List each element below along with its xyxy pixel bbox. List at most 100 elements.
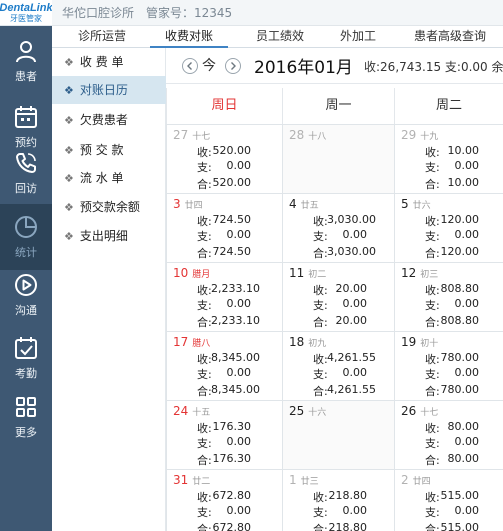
lunar-date: 初二 xyxy=(308,270,327,280)
total-amount-label: 合: xyxy=(313,247,328,260)
submenu-item-arrears-patients[interactable]: ❖ 欠费患者 xyxy=(52,106,166,134)
rail-item-more[interactable]: 更多 xyxy=(0,384,52,450)
chevron-left-icon xyxy=(187,62,192,70)
calendar-day-cell[interactable]: 25 十六 xyxy=(282,401,394,469)
expense-amount-label: 支: xyxy=(425,299,440,312)
expense-amount-label: 支: xyxy=(197,437,212,450)
income-amount-label: 收: xyxy=(425,215,440,228)
total-amount-label: 合: xyxy=(313,523,328,531)
income-amount: 2,233.10 xyxy=(211,282,260,295)
calendar-day-cell[interactable]: 12 初三 收: 808.80 支: 0.00 合: 808.80 xyxy=(394,263,503,331)
tab-billing-reconciliation[interactable]: 收费对账 xyxy=(150,26,228,48)
calendar-day-cell[interactable]: 1 廿三 收: 218.80 支: 0.00 合: 218.80 xyxy=(282,470,394,531)
day-number: 19 初十 xyxy=(401,335,438,349)
expense-amount: 0.00 xyxy=(454,366,480,379)
diamond-bullet-icon: ❖ xyxy=(64,84,74,97)
day-number-text: 31 xyxy=(173,473,189,487)
day-number: 11 初二 xyxy=(289,266,326,280)
calendar-day-cell[interactable]: 31 廿二 收: 672.80 支: 0.00 合: 672.80 xyxy=(166,470,282,531)
rail-item-label: 统计 xyxy=(15,246,37,259)
income-amount-label: 收: xyxy=(197,146,212,159)
day-number: 24 十五 xyxy=(173,404,210,418)
day-number-text: 5 xyxy=(401,197,409,211)
grid-icon xyxy=(16,397,36,417)
income-amount: 520.00 xyxy=(212,144,252,157)
income-amount: 672.80 xyxy=(212,489,252,502)
income-amount: 176.30 xyxy=(212,420,252,433)
submenu-item-prepayments[interactable]: ❖ 预 交 款 xyxy=(52,136,166,164)
expense-amount-label: 支: xyxy=(425,230,440,243)
pie-chart-icon xyxy=(15,216,37,238)
day-number-text: 3 xyxy=(173,197,181,211)
expense-amount-label: 支: xyxy=(425,368,440,381)
calendar-week-row: 31 廿二 收: 672.80 支: 0.00 合: 672.80 1 廿三 收: 218.80 支: 0… xyxy=(166,469,503,531)
calendar-week-row: 17 腊八 收: 8,345.00 支: 0.00 合: 8,345.00 18 初九 收: 4,26… xyxy=(166,331,503,400)
rail-item-patients[interactable]: 患者 xyxy=(0,28,52,94)
diamond-bullet-icon: ❖ xyxy=(64,172,74,185)
rail-item-label: 患者 xyxy=(15,70,37,83)
income-amount: 808.80 xyxy=(440,282,480,295)
expense-amount: 0.00 xyxy=(342,366,368,379)
expense-amount-label: 支: xyxy=(197,161,212,174)
total-amount: 20.00 xyxy=(335,314,368,327)
prev-month-button[interactable] xyxy=(182,58,198,74)
total-amount: 724.50 xyxy=(212,245,252,258)
rail-item-statistics[interactable]: 统计 xyxy=(0,204,52,270)
income-amount-label: 收: xyxy=(425,422,440,435)
total-amount-label: 合: xyxy=(197,454,212,467)
calendar-day-cell[interactable]: 4 廿五 收: 3,030.00 支: 0.00 合: 3,030.00 xyxy=(282,194,394,262)
lunar-date: 十六 xyxy=(308,408,327,418)
calendar-month-title: 2016年01月 xyxy=(254,58,353,78)
submenu-item-prepayment-balance[interactable]: ❖ 预交款余额 xyxy=(52,193,166,221)
calendar-day-cell[interactable]: 10 腊月 收: 2,233.10 支: 0.00 合: 2,233.10 xyxy=(166,263,282,331)
total-amount: 218.80 xyxy=(328,521,368,531)
tab-advanced-patient-query[interactable]: 患者高级查询 xyxy=(400,26,500,48)
expense-amount: 0.00 xyxy=(226,228,252,241)
submenu-item-reconciliation-calendar[interactable]: ❖ 对账日历 xyxy=(52,76,166,104)
play-circle-icon xyxy=(15,274,37,296)
next-month-button[interactable] xyxy=(225,58,241,74)
expense-amount: 0.00 xyxy=(226,435,252,448)
tab-external-processing[interactable]: 外加工 xyxy=(330,26,386,48)
rail-item-attendance[interactable]: 考勤 xyxy=(0,325,52,391)
calendar-day-cell[interactable]: 29 十九 收: 10.00 支: 0.00 合: 10.00 xyxy=(394,125,503,193)
today-button[interactable]: 今 xyxy=(202,55,216,75)
calendar-day-cell[interactable]: 27 十七 收: 520.00 支: 0.00 合: 520.00 xyxy=(166,125,282,193)
calendar-day-cell[interactable]: 11 初二 收: 20.00 支: 0.00 合: 20.00 xyxy=(282,263,394,331)
calendar-day-cell[interactable]: 3 廿四 收: 724.50 支: 0.00 合: 724.50 xyxy=(166,194,282,262)
calendar-day-cell[interactable]: 24 十五 收: 176.30 支: 0.00 合: 176.30 xyxy=(166,401,282,469)
calendar-day-cell[interactable]: 26 十七 收: 80.00 支: 0.00 合: 80.00 xyxy=(394,401,503,469)
total-amount-label: 合: xyxy=(313,385,328,398)
calendar-day-cell[interactable]: 5 廿六 收: 120.00 支: 0.00 合: 120.00 xyxy=(394,194,503,262)
submenu-item-receipts[interactable]: ❖ 收 费 单 xyxy=(52,48,166,76)
calendar-day-cell[interactable]: 2 廿四 收: 515.00 支: 0.00 合: 515.00 xyxy=(394,470,503,531)
calendar-day-cell[interactable]: 28 十八 xyxy=(282,125,394,193)
expense-amount: 0.00 xyxy=(454,504,480,517)
income-amount-label: 收: xyxy=(425,353,440,366)
calendar-toolbar: 今 2016年01月 收:26,743.15 支:0.00 余:2 xyxy=(166,48,503,84)
total-amount: 808.80 xyxy=(440,314,480,327)
day-number: 17 腊八 xyxy=(173,335,210,349)
income-amount: 80.00 xyxy=(447,420,480,433)
calendar-day-cell[interactable]: 18 初九 收: 4,261.55 支: 0.00 合: 4,261.55 xyxy=(282,332,394,400)
expense-amount-label: 支: xyxy=(197,299,212,312)
rail-item-label: 回访 xyxy=(15,182,37,195)
tab-staff-performance[interactable]: 员工绩效 xyxy=(240,26,320,48)
calendar-day-cell[interactable]: 19 初十 收: 780.00 支: 0.00 合: 780.00 xyxy=(394,332,503,400)
income-amount-label: 收: xyxy=(313,215,328,228)
calendar-week-row: 3 廿四 收: 724.50 支: 0.00 合: 724.50 4 廿五 收: 3,030.00 支:… xyxy=(166,193,503,262)
submenu-item-transactions[interactable]: ❖ 流 水 单 xyxy=(52,164,166,192)
rail-item-followup[interactable]: 回访 xyxy=(0,140,52,206)
income-amount-label: 收: xyxy=(313,491,328,504)
tab-clinic-operations[interactable]: 诊所运营 xyxy=(64,26,140,48)
day-number-text: 27 xyxy=(173,128,189,142)
day-number: 18 初九 xyxy=(289,335,326,349)
rail-item-communication[interactable]: 沟通 xyxy=(0,262,52,328)
expense-amount: 0.00 xyxy=(454,228,480,241)
submenu-item-expense-details[interactable]: ❖ 支出明细 xyxy=(52,222,166,250)
day-number: 5 廿六 xyxy=(401,197,431,211)
lunar-date: 腊月 xyxy=(192,270,211,280)
calendar-day-cell[interactable]: 17 腊八 收: 8,345.00 支: 0.00 合: 8,345.00 xyxy=(166,332,282,400)
day-number-text: 12 xyxy=(401,266,417,280)
clinic-name: 华佗口腔诊所 xyxy=(62,6,135,20)
